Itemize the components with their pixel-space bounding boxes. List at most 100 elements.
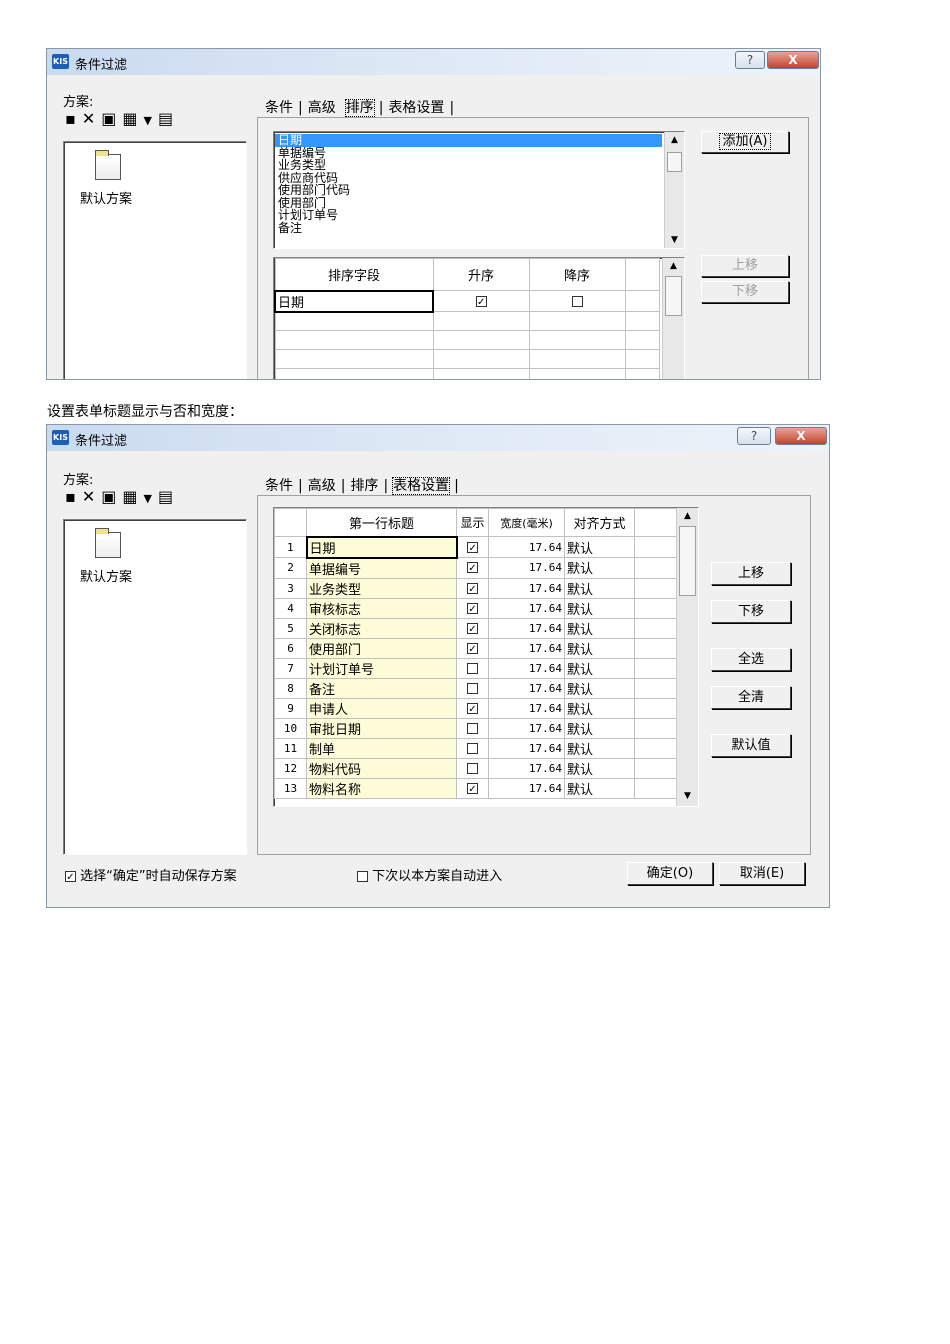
row-show-cell[interactable]	[456, 777, 489, 799]
default-value-button[interactable]: 默认值	[711, 734, 791, 757]
row-align-cell[interactable]: 默认	[564, 677, 635, 699]
table-row[interactable]: 12 物料代码 17.64 默认	[274, 757, 677, 779]
row-title-cell[interactable]: 审核标志	[306, 597, 457, 619]
row-align-cell[interactable]: 默认	[564, 777, 635, 799]
title-bar[interactable]: KIS 条件过滤 ? X	[47, 49, 820, 75]
default-scheme-item[interactable]: 默认方案	[80, 188, 132, 207]
show-checkbox[interactable]	[467, 702, 478, 714]
row-width-cell[interactable]: 17.64	[488, 597, 565, 619]
move-down-button[interactable]: 下移	[701, 281, 789, 303]
desc-cell[interactable]	[528, 290, 626, 312]
row-width-cell[interactable]: 17.64	[488, 637, 565, 659]
row-align-cell[interactable]: 默认	[564, 536, 635, 558]
sort-grid-scrollbar[interactable]: ▲	[662, 258, 684, 379]
default-scheme-item[interactable]: 默认方案	[80, 566, 132, 585]
table-row[interactable]: 9申请人 17.64默认	[274, 697, 677, 719]
row-align-cell[interactable]: 默认	[564, 737, 635, 759]
row-align-cell[interactable]: 默认	[564, 657, 635, 679]
auto-save-option[interactable]: 选择“确定”时自动保存方案	[65, 865, 237, 884]
row-show-cell[interactable]	[456, 677, 489, 699]
show-checkbox[interactable]	[467, 742, 478, 754]
dropdown-arrow-icon[interactable]: ▼	[144, 114, 152, 127]
column-settings-grid[interactable]: 第一行标题 显示 宽度(毫米) 对齐方式 1日期17.64默认2单据编号17.6…	[273, 507, 699, 807]
row-show-cell[interactable]	[456, 557, 489, 579]
table-row[interactable]: 10 审批日期 17.64 默认	[274, 717, 677, 739]
row-width-cell[interactable]: 17.64	[488, 677, 565, 699]
row-align-cell[interactable]: 默认	[564, 577, 635, 599]
row-width-cell[interactable]: 17.64	[488, 717, 565, 739]
help-button[interactable]: ?	[735, 51, 765, 69]
export-icon[interactable]: ▤	[158, 487, 173, 506]
row-title-cell[interactable]: 备注	[306, 677, 457, 699]
row-show-cell[interactable]	[456, 577, 489, 599]
scroll-thumb[interactable]	[679, 526, 696, 596]
table-row[interactable]: 11 制单 17.64 默认	[274, 737, 677, 759]
properties-icon[interactable]: ▣	[101, 487, 116, 506]
dropdown-arrow-icon[interactable]: ▼	[144, 492, 152, 505]
asc-cell[interactable]	[432, 290, 530, 312]
field-list-item[interactable]: 备注	[275, 221, 662, 235]
show-checkbox[interactable]	[467, 622, 478, 634]
table-row[interactable]: 日期	[274, 289, 660, 313]
row-show-cell[interactable]	[456, 757, 489, 779]
table-row[interactable]: 4审核标志 17.64默认	[274, 597, 677, 619]
scheme-list[interactable]: 默认方案	[63, 141, 247, 379]
row-title-cell[interactable]: 关闭标志	[306, 617, 457, 639]
show-checkbox[interactable]	[467, 602, 478, 614]
row-align-cell[interactable]: 默认	[564, 597, 635, 619]
row-width-cell[interactable]: 17.64	[488, 777, 565, 799]
show-checkbox[interactable]	[467, 762, 478, 774]
scroll-up-arrow-icon[interactable]: ▲	[665, 132, 684, 148]
auto-save-checkbox[interactable]	[65, 871, 76, 882]
help-button[interactable]: ?	[737, 427, 771, 445]
close-button[interactable]: X	[775, 427, 827, 445]
field-list-item[interactable]: 单据编号	[275, 146, 662, 160]
row-title-cell[interactable]: 审批日期	[306, 717, 457, 739]
row-title-cell[interactable]: 制单	[306, 737, 457, 759]
table-icon[interactable]: ▦	[122, 109, 137, 128]
tab-sort[interactable]: 排序	[344, 97, 376, 117]
scroll-down-arrow-icon[interactable]: ▼	[677, 788, 698, 804]
field-list-item[interactable]: 业务类型	[275, 159, 662, 172]
table-row[interactable]: 8 备注 17.64 默认	[274, 677, 677, 699]
field-list-item[interactable]: 使用部门代码	[275, 184, 662, 197]
field-list-item[interactable]: 计划订单号	[275, 209, 662, 222]
table-row[interactable]: 5关闭标志 17.64默认	[274, 617, 677, 639]
table-row[interactable]: 6使用部门 17.64默认	[274, 637, 677, 659]
row-align-cell[interactable]: 默认	[564, 697, 635, 719]
move-up-button[interactable]: 上移	[701, 255, 789, 277]
tab-advanced[interactable]: 高级	[306, 475, 338, 495]
desc-checkbox[interactable]	[571, 295, 583, 307]
row-show-cell[interactable]	[456, 697, 489, 719]
show-checkbox[interactable]	[467, 562, 478, 574]
field-list-scrollbar[interactable]: ▲ ▼	[664, 132, 684, 248]
table-row[interactable]: 3业务类型 17.64默认	[274, 577, 677, 599]
tab-table-settings[interactable]: 表格设置	[386, 97, 446, 117]
add-button[interactable]: 添加(A)	[701, 131, 789, 153]
row-show-cell[interactable]	[456, 617, 489, 639]
row-align-cell[interactable]: 默认	[564, 757, 635, 779]
tab-conditions[interactable]: 条件	[263, 97, 295, 117]
ok-button[interactable]: 确定(O)	[627, 862, 713, 885]
export-icon[interactable]: ▤	[158, 109, 173, 128]
row-show-cell[interactable]	[456, 637, 489, 659]
show-checkbox[interactable]	[467, 582, 478, 594]
row-align-cell[interactable]: 默认	[564, 717, 635, 739]
row-title-cell[interactable]: 业务类型	[306, 577, 457, 599]
tab-advanced[interactable]: 高级	[306, 97, 338, 117]
row-align-cell[interactable]: 默认	[564, 557, 635, 579]
row-title-cell[interactable]: 日期	[305, 535, 458, 559]
table-row[interactable]: 13物料名称 17.64默认	[274, 777, 677, 799]
close-button[interactable]: X	[767, 51, 819, 69]
row-align-cell[interactable]: 默认	[564, 617, 635, 639]
row-width-cell[interactable]: 17.64	[488, 577, 565, 599]
scroll-thumb[interactable]	[665, 276, 682, 316]
cancel-button[interactable]: 取消(E)	[719, 862, 805, 885]
show-checkbox[interactable]	[467, 662, 478, 674]
grid-scrollbar[interactable]: ▲ ▼	[676, 508, 698, 806]
show-checkbox[interactable]	[467, 541, 479, 553]
table-row[interactable]: 7 计划订单号 17.64 默认	[274, 657, 677, 679]
delete-icon[interactable]: ✕	[82, 487, 95, 506]
scroll-thumb[interactable]	[667, 152, 682, 172]
row-align-cell[interactable]: 默认	[564, 637, 635, 659]
